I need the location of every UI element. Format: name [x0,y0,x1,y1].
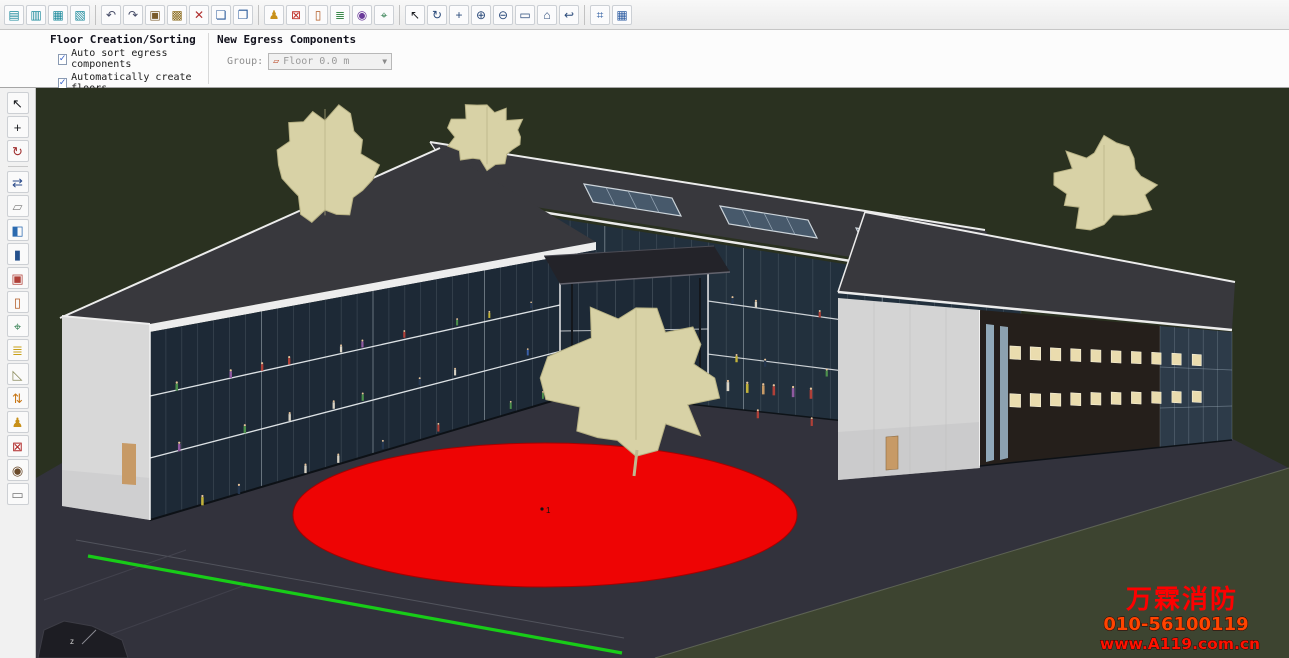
zoom-out-icon[interactable]: ⊖ [493,5,513,25]
watermark-line1: 万霖消防 [1126,585,1238,615]
add-measure-icon[interactable]: ⌖ [374,5,394,25]
add-room-icon[interactable]: ▱ [7,195,29,217]
left-wing-door [122,443,136,485]
window [1010,394,1021,408]
zoom-fit-icon[interactable]: ⌂ [537,5,557,25]
window [1152,352,1161,364]
add-exit-icon[interactable]: ⊠ [286,5,306,25]
save-icon[interactable]: ▦ [48,5,68,25]
eraser-icon[interactable]: ▭ [7,483,29,505]
floor-slab-icon: ▱ [273,57,279,67]
delete-icon[interactable]: ✕ [189,5,209,25]
show-grid-icon[interactable]: ▦ [612,5,632,25]
import-icon[interactable]: ▧ [70,5,90,25]
zoom-window-icon[interactable]: ▭ [515,5,535,25]
snap-grid-icon[interactable]: ⌗ [590,5,610,25]
marker-dot [540,507,543,510]
window [1030,393,1041,406]
add-elevator-icon[interactable]: ⇅ [7,387,29,409]
new-icon[interactable]: ▤ [4,5,24,25]
watermark-line3: www.A119.com.cn [1100,635,1260,653]
checkbox-box-icon: ✓ [58,78,67,89]
panel-title: New Egress Components [217,33,392,46]
add-door-icon[interactable]: ▯ [7,291,29,313]
window [1071,349,1081,362]
toolbar-separator [258,5,259,25]
window [1172,353,1181,365]
open-icon[interactable]: ▥ [26,5,46,25]
checkbox-box-icon: ✓ [58,54,67,65]
new-egress-components-panel: New Egress Components Group: ▱ Floor 0.0… [217,30,392,70]
add-exit-icon[interactable]: ⊠ [7,435,29,457]
move-tool-icon[interactable]: + [7,116,29,138]
left-toolbar: ↖+↻ ⇄▱◧▮▣▯⌖≣◺⇅♟⊠◉▭ [0,88,36,658]
add-occupant-icon[interactable]: ♟ [264,5,284,25]
undo-icon[interactable]: ↶ [101,5,121,25]
window [1131,392,1141,404]
group-icon[interactable]: ❏ [211,5,231,25]
window [1131,351,1141,363]
previous-view-icon[interactable]: ↩ [559,5,579,25]
mirror-tool-icon[interactable]: ⇄ [7,171,29,193]
window [1192,391,1201,403]
select-arrow-icon[interactable]: ↖ [405,5,425,25]
group-label: Group: [227,56,263,67]
window [1050,348,1060,361]
add-camera-icon[interactable]: ◉ [7,459,29,481]
panel-title: Floor Creation/Sorting [50,33,200,46]
toolbar-separator [584,5,585,25]
window [1091,350,1101,363]
panel-separator [208,33,209,84]
toolbar-separator [399,5,400,25]
add-door-icon[interactable]: ▯ [308,5,328,25]
gizmo-axis-label: z [70,637,74,646]
window [1111,392,1121,405]
window [1030,347,1041,360]
copy-icon[interactable]: ▣ [145,5,165,25]
zoom-in-icon[interactable]: ⊕ [471,5,491,25]
top-toolbar: ▤▥▦▧↶↷▣▩✕❏❐♟⊠▯≣◉⌖↖↻+⊕⊖▭⌂↩⌗▦ [0,0,1289,30]
window [1010,346,1021,360]
pan-view-icon[interactable]: + [449,5,469,25]
window [1050,393,1060,406]
window [1192,354,1201,366]
ungroup-icon[interactable]: ❐ [233,5,253,25]
orbit-view-icon[interactable]: ↻ [427,5,447,25]
select-tool-icon[interactable]: ↖ [7,92,29,114]
add-stairs-icon[interactable]: ≣ [330,5,350,25]
paste-icon[interactable]: ▩ [167,5,187,25]
red-circle [293,443,797,587]
redo-icon[interactable]: ↷ [123,5,143,25]
dropdown-value: Floor 0.0 m [283,56,378,67]
marker-label: 1 [546,506,551,515]
add-ramp-icon[interactable]: ◺ [7,363,29,385]
floor-group-dropdown[interactable]: ▱ Floor 0.0 m ▼ [268,53,392,70]
add-hole-icon[interactable]: ▣ [7,267,29,289]
add-waypoint-icon[interactable]: ⌖ [7,315,29,337]
add-floor-icon[interactable]: ◧ [7,219,29,241]
auto-sort-checkbox[interactable]: ✓ Auto sort egress components [58,48,200,70]
scene-svg[interactable]: 1 万霖消防010-56100119www.A119.com.cn z [36,88,1289,658]
watermark-line2: 010-56100119 [1103,614,1248,635]
ribbon-bar: Floor Creation/Sorting ✓ Auto sort egres… [0,30,1289,88]
toolbar-separator [95,5,96,25]
viewport-3d[interactable]: 1 万霖消防010-56100119www.A119.com.cn z [36,88,1289,658]
toolbar-separator [8,166,28,167]
chevron-down-icon: ▼ [382,57,387,66]
right-wing-glass [1160,326,1232,448]
rotate-tool-icon[interactable]: ↻ [7,140,29,162]
checkbox-label: Auto sort egress components [71,48,200,70]
add-camera-icon[interactable]: ◉ [352,5,372,25]
add-occupant-icon[interactable]: ♟ [7,411,29,433]
window [1111,351,1121,364]
window [1071,393,1081,406]
window [1172,391,1181,403]
window [1152,392,1161,404]
window [1091,392,1101,405]
right-wing-door [886,436,898,470]
add-stairs-icon[interactable]: ≣ [7,339,29,361]
add-obstruction-icon[interactable]: ▮ [7,243,29,265]
